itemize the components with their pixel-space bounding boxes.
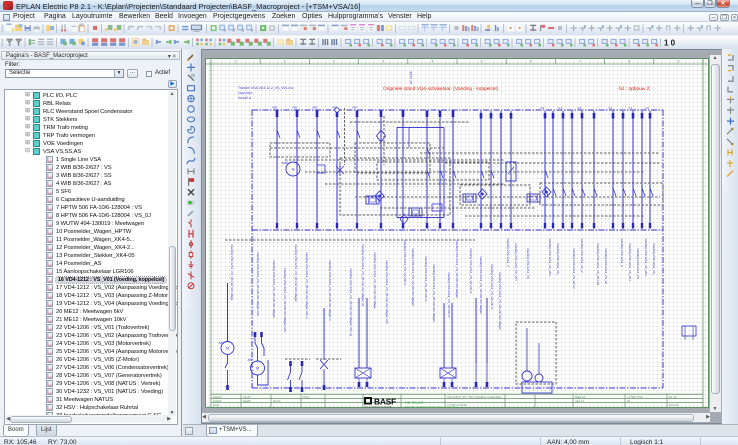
svg-text:Orig.: Orig.: [303, 394, 310, 398]
svg-text:Voeding VD4-1212_VS_V01.02 mm: Voeding VD4-1212_VS_V01.02 mm Wagen 36V: [283, 268, 287, 332]
svg-text:=26: =26: [272, 105, 277, 109]
svg-text:=26: =26: [352, 105, 357, 109]
svg-text:Voeding VD4-1212_VS_V01.: Voeding VD4-1212_VS_V01.: [548, 238, 552, 277]
svg-text:Voeding VD4-1212_VS_V01.02 mm: Voeding VD4-1212_VS_V01.02 mm Wagen: [498, 272, 502, 330]
svg-text:Voeding VD4-1212_VS_V01.02: Voeding VD4-1212_VS_V01.02: [596, 243, 600, 285]
svg-text:VD4-1212_VS_V01 (Voeding, kopp: VD4-1212_VS_V01 (Voeding, koppelcel): [447, 394, 501, 398]
svg-text:Voeding VD4-1212_VS_V01.02 mm: Voeding VD4-1212_VS_V01.02 mm Wagen 36: [361, 244, 365, 307]
svg-text:Voeding VD4-1212_VS_: Voeding VD4-1212_VS_: [652, 243, 656, 276]
svg-text:Norm: Norm: [273, 398, 281, 402]
svg-text:Voeding VD4-1212_VS_V01.02 mm: Voeding VD4-1212_VS_V01.02 mm Wagen 36V …: [349, 268, 353, 337]
svg-text:4.4: 4.4: [628, 106, 633, 110]
svg-text:-M40: -M40: [281, 161, 288, 165]
svg-text:Voeding VD4-1212_VS_V01.02 mm: Voeding VD4-1212_VS_V01.02 mm Wagen: [294, 244, 298, 302]
svg-text:Voeding VD4-1212_VS_V01.02 mm: Voeding VD4-1212_VS_V01.02 mm Wagen: [432, 264, 436, 322]
svg-text:EPLAN: EPLAN: [669, 403, 679, 407]
svg-text:Voeding VD4-1212_VS_V: Voeding VD4-1212_VS_V: [580, 238, 584, 273]
svg-text:Voeding VD4-1212_VS_V0: Voeding VD4-1212_VS_V0: [604, 248, 608, 285]
svg-text:Voeding VD4-1212_VS_V01.02 mm: Voeding VD4-1212_VS_V01.02 mm Wagen: [455, 240, 459, 298]
svg-text:4.3: 4.3: [608, 106, 613, 110]
svg-text:V04-Q1-F (VD4-1212) Voeding, k: V04-Q1-F (VD4-1212) Voeding, koppelcel: [405, 404, 457, 407]
svg-text:Voeding VD4-1212_VS_V01.02 mm: Voeding VD4-1212_VS_V01.02 mm Wage: [230, 244, 234, 301]
svg-text:Voeding VD4-1212_VS: Voeding VD4-1212_VS: [636, 248, 640, 279]
svg-text:Gepr.: Gepr.: [213, 403, 221, 407]
svg-text:16: 16: [627, 398, 631, 402]
svg-text:Voeding VD4-1212_VS_V01.02 mm: Voeding VD4-1212_VS_V01.02 mm Wage: [373, 252, 377, 309]
svg-text:Voeding VD4-1212_VS_V01.02 m: Voeding VD4-1212_VS_V01.02 m: [469, 248, 473, 294]
svg-text:Voeding VD4-1212_VS_V01.02 m: Voeding VD4-1212_VS_V01.02 m: [490, 264, 494, 310]
svg-text:Voeding VD4-1212_VS_V01.02 m: Voeding VD4-1212_VS_V01.02 m: [447, 272, 451, 318]
svg-text:AF VA06: AF VA06: [409, 71, 413, 84]
svg-text:Voeding VD4-1212_VS_V01: Voeding VD4-1212_VS_V01: [628, 243, 632, 281]
svg-text:5: 5: [481, 59, 483, 63]
svg-text:Voeding VD4-1212_VS_V01.02 mm: Voeding VD4-1212_VS_V01.02 mm Wagen 36V: [256, 252, 260, 316]
svg-text:3: 3: [382, 59, 384, 63]
svg-text:4.2: 4.2: [577, 106, 582, 110]
svg-text:Versie\ 4: Versie\ 4: [238, 96, 251, 100]
svg-text:Voeding VD4-1212_VS_V01.02 mm: Voeding VD4-1212_VS_V01.02 mm Wagen 36V: [385, 260, 389, 324]
svg-text:4.1: 4.1: [558, 106, 563, 110]
svg-text:M: M: [292, 167, 295, 171]
svg-text:4.0: 4.0: [540, 106, 545, 110]
svg-text:0: 0: [235, 59, 237, 63]
svg-text:1 0: 1 0: [664, 38, 676, 47]
svg-text:Voeding VD4-1212_V: Voeding VD4-1212_V: [620, 238, 624, 267]
svg-text:Voeding VD4-1212_VS_V01.0: Voeding VD4-1212_VS_V01.0: [572, 248, 576, 289]
svg-text:Overzicht: Overzicht: [238, 91, 252, 95]
svg-text:2: 2: [333, 59, 335, 63]
svg-text:Voeding VD4-1212_VS_V01.02 mm: Voeding VD4-1212_VS_V01.02 mm Wagen 3: [328, 260, 332, 321]
svg-text:Voeding VD4-1212_VS_V01.: Voeding VD4-1212_VS_V01.: [644, 238, 648, 277]
svg-text:4.5: 4.5: [645, 106, 650, 110]
svg-text:M: M: [256, 366, 259, 370]
svg-text:Traction VSA VD4-12.2_VS_V01.e: Traction VSA VD4-12.2_VS_V01.exe: [238, 86, 294, 90]
svg-text:Naam: Naam: [243, 398, 252, 402]
svg-text:Voeding VD4-1212_VS_V01.02 mm: Voeding VD4-1212_VS_V01.02 mm Wagen: [272, 260, 276, 318]
svg-text:Voeding VD4-1212_VS_V01.02 mm: Voeding VD4-1212_VS_V01.02 mm Wagen: [411, 248, 415, 306]
svg-text:7: 7: [579, 59, 581, 63]
svg-text:-M0: -M0: [218, 341, 224, 345]
svg-text:=26: =26: [292, 105, 297, 109]
svg-text:9: 9: [677, 59, 679, 63]
svg-text:1: 1: [284, 59, 286, 63]
svg-text:6: 6: [530, 59, 532, 63]
svg-text:The Chemical Company: The Chemical Company: [364, 405, 393, 408]
svg-text:Voeding VD4-1212_VS_V01: Voeding VD4-1212_VS_V01: [514, 243, 518, 281]
svg-text:Voeding VD4-1212_VS_V01.02 m: Voeding VD4-1212_VS_V01.02 m: [424, 256, 428, 302]
svg-text:Voeding VD4-1212_VS_V01.02 mm: Voeding VD4-1212_VS_V01.02 mm Wagen 36V …: [305, 252, 309, 319]
svg-text:4: 4: [431, 59, 433, 63]
svg-text:-S3 : opbouw 2:: -S3 : opbouw 2:: [617, 86, 651, 92]
svg-text:Originele stand VD4-schakelaar: Originele stand VD4-schakelaar. (Voeding…: [383, 86, 499, 92]
svg-text:-M0: -M0: [247, 358, 253, 362]
svg-text:M: M: [226, 346, 229, 350]
svg-text:Voeding VD4-1212_VS: Voeding VD4-1212_VS: [526, 248, 530, 279]
svg-text:Voeding VD4-1212_VS_V01.02 m: Voeding VD4-1212_VS_V01.02 m: [403, 240, 407, 286]
svg-text:=26: =26: [312, 105, 317, 109]
svg-text:Voeding VD4-1212_V: Voeding VD4-1212_V: [506, 238, 510, 267]
svg-text:Bl. 16: Bl. 16: [669, 394, 677, 398]
svg-text:8: 8: [628, 59, 630, 63]
svg-text:Voeding VD4-1212_VS_V01.02 mm: Voeding VD4-1212_VS_V01.02 mm Wagen: [479, 256, 483, 314]
svg-text:van 44: van 44: [575, 398, 584, 402]
svg-text:Voeding VD4-1212_VS_: Voeding VD4-1212_VS_: [556, 243, 560, 276]
